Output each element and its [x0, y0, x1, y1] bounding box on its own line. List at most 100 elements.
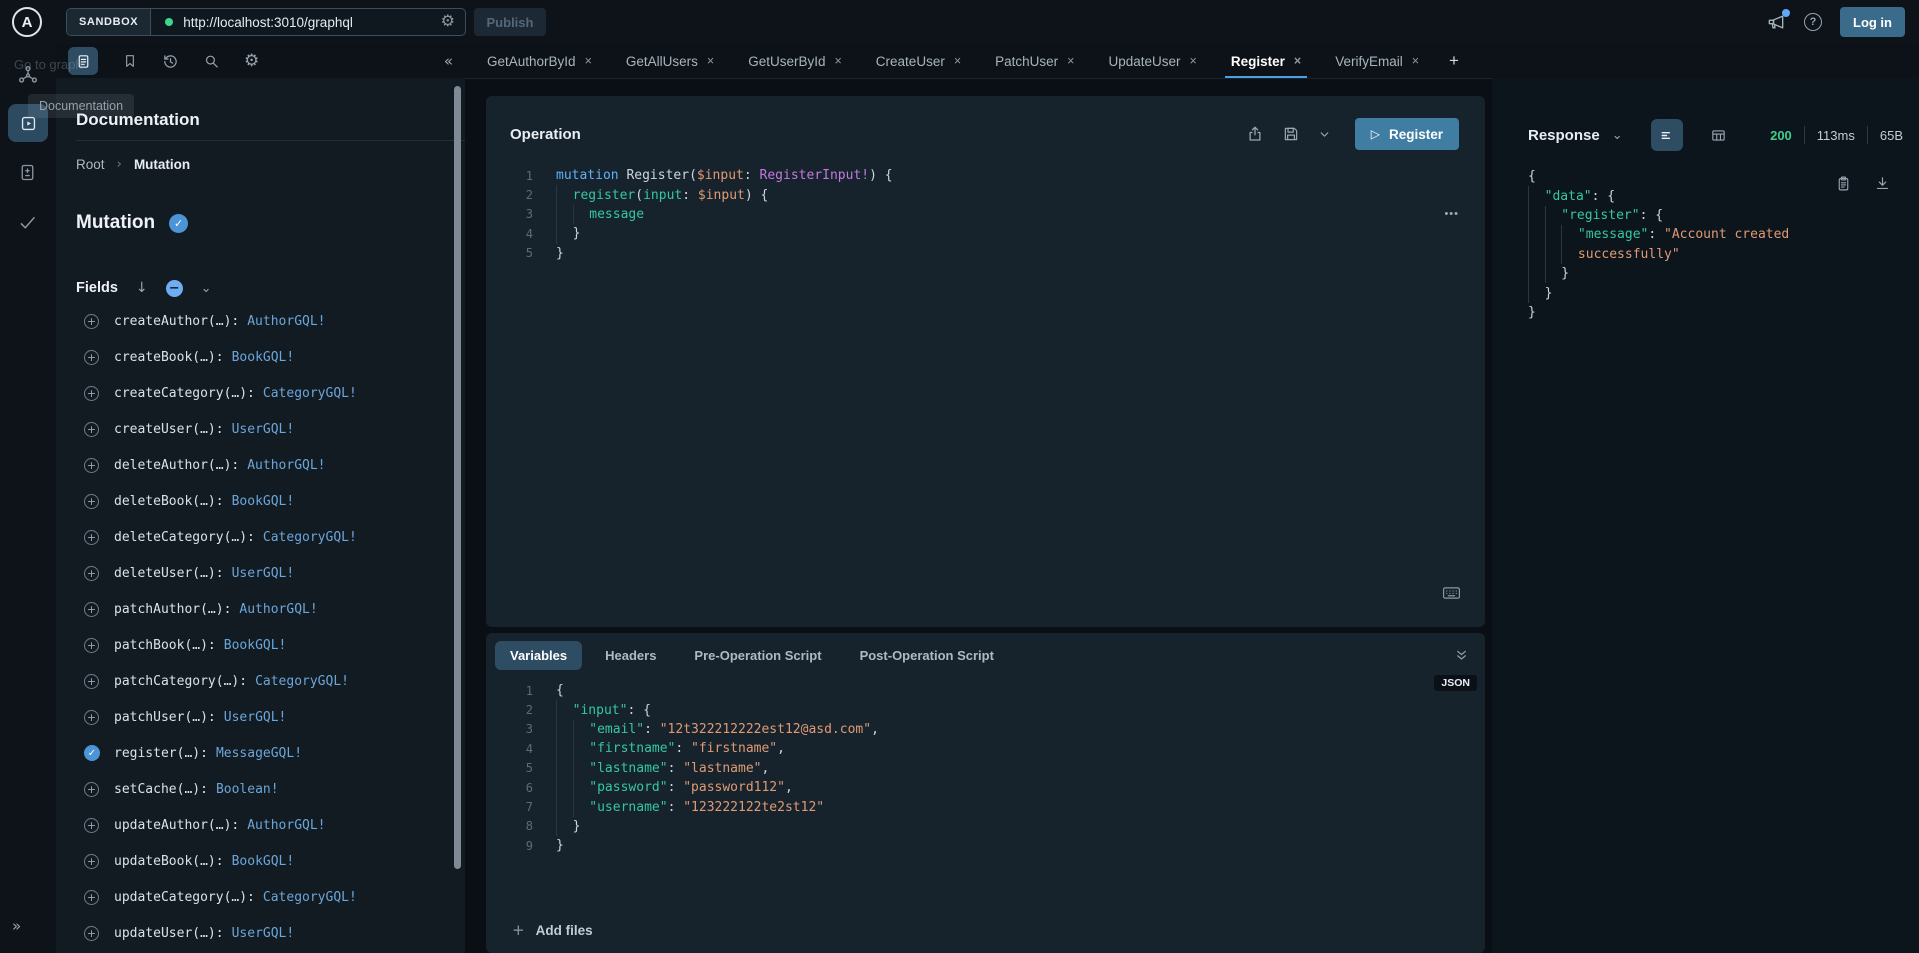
endpoint-url-input[interactable]: http://localhost:3010/graphql [183, 15, 440, 30]
apollo-logo-icon[interactable]: A [12, 7, 42, 37]
field-type-link[interactable]: UserGQL! [232, 926, 295, 941]
operation-tab[interactable]: GetUserById [748, 44, 842, 78]
close-tab-icon[interactable] [707, 54, 714, 68]
add-field-icon[interactable] [84, 890, 99, 905]
field-type-link[interactable]: UserGQL! [232, 422, 295, 437]
field-row[interactable]: createAuthor(…): AuthorGQL! [76, 303, 451, 339]
field-row[interactable]: patchAuthor(…): AuthorGQL! [76, 591, 451, 627]
expand-rail-icon[interactable]: » [12, 917, 21, 935]
new-tab-button[interactable]: + [1449, 51, 1459, 71]
add-field-icon[interactable] [84, 854, 99, 869]
collapse-panel-icon[interactable]: « [444, 52, 453, 70]
documentation-scrollbar[interactable] [454, 86, 461, 869]
field-row[interactable]: deleteAuthor(…): AuthorGQL! [76, 447, 451, 483]
add-field-icon[interactable] [84, 818, 99, 833]
add-field-icon[interactable] [84, 386, 99, 401]
add-field-icon[interactable] [84, 638, 99, 653]
deselect-all-fields-icon[interactable]: − [166, 280, 183, 297]
add-field-icon[interactable] [84, 494, 99, 509]
field-type-link[interactable]: AuthorGQL! [247, 818, 325, 833]
close-tab-icon[interactable] [1190, 54, 1197, 68]
operation-tab[interactable]: VerifyEmail [1335, 44, 1419, 78]
add-field-icon[interactable] [84, 674, 99, 689]
add-field-icon[interactable] [84, 314, 99, 329]
save-menu-chevron-icon[interactable] [1318, 128, 1331, 141]
close-tab-icon[interactable] [834, 54, 841, 68]
share-operation-icon[interactable] [1246, 125, 1264, 143]
add-field-icon[interactable] [84, 782, 99, 797]
variables-tab[interactable]: Post-Operation Script [845, 641, 1009, 670]
field-row[interactable]: setCache(…): Boolean! [76, 771, 451, 807]
add-field-icon[interactable] [84, 458, 99, 473]
field-type-link[interactable]: BookGQL! [224, 638, 287, 653]
tree-view-toggle-icon[interactable] [1651, 119, 1683, 151]
add-files-button[interactable]: + Add files [512, 921, 593, 939]
help-icon[interactable]: ? [1804, 13, 1822, 31]
operation-tab[interactable]: UpdateUser [1108, 44, 1196, 78]
add-field-icon[interactable] [84, 602, 99, 617]
variables-code-editor[interactable]: 1{2"input": {3"email": "12t322212222est1… [510, 681, 1415, 856]
variables-tab[interactable]: Headers [590, 641, 671, 670]
run-operation-button[interactable]: ▷ Register [1355, 118, 1459, 150]
field-row[interactable]: updateBook(…): BookGQL! [76, 843, 451, 879]
field-type-link[interactable]: CategoryGQL! [255, 674, 349, 689]
field-row[interactable]: patchCategory(…): CategoryGQL! [76, 663, 451, 699]
sort-fields-icon[interactable]: ↓ [136, 280, 148, 296]
search-icon[interactable] [203, 53, 220, 70]
keyboard-shortcuts-icon[interactable] [1442, 585, 1461, 601]
saved-operations-bookmark-icon[interactable] [122, 53, 138, 69]
field-type-link[interactable]: CategoryGQL! [263, 386, 357, 401]
operation-tab[interactable]: CreateUser [876, 44, 961, 78]
explorer-settings-gear-icon[interactable]: ⚙ [244, 51, 259, 71]
history-icon[interactable] [162, 53, 179, 70]
field-row[interactable]: patchBook(…): BookGQL! [76, 627, 451, 663]
field-row[interactable]: deleteUser(…): UserGQL! [76, 555, 451, 591]
close-tab-icon[interactable] [1067, 54, 1074, 68]
operation-tab[interactable]: Register [1231, 44, 1301, 78]
add-field-icon[interactable] [84, 422, 99, 437]
field-row[interactable]: deleteCategory(…): CategoryGQL! [76, 519, 451, 555]
field-type-link[interactable]: Boolean! [216, 782, 279, 797]
operation-tab[interactable]: GetAuthorById [487, 44, 592, 78]
publish-button[interactable]: Publish [474, 8, 546, 36]
add-field-icon[interactable] [84, 710, 99, 725]
announcements-icon[interactable] [1766, 12, 1786, 32]
field-row[interactable]: updateCategory(…): CategoryGQL! [76, 879, 451, 915]
copy-response-icon[interactable] [1835, 175, 1852, 192]
save-operation-icon[interactable] [1282, 125, 1300, 143]
operation-code-editor[interactable]: 1mutation Register($input: RegisterInput… [510, 166, 1425, 263]
field-type-link[interactable]: MessageGQL! [216, 746, 302, 761]
variables-tab[interactable]: Variables [495, 641, 582, 670]
line-actions-more-icon[interactable]: ••• [1444, 208, 1459, 220]
field-type-link[interactable]: CategoryGQL! [263, 890, 357, 905]
field-type-link[interactable]: UserGQL! [224, 710, 287, 725]
close-tab-icon[interactable] [954, 54, 961, 68]
login-button[interactable]: Log in [1840, 7, 1905, 37]
field-type-link[interactable]: AuthorGQL! [247, 458, 325, 473]
add-field-icon[interactable] [84, 926, 99, 941]
field-row[interactable]: register(…): MessageGQL! [76, 735, 451, 771]
add-field-icon[interactable] [84, 350, 99, 365]
breadcrumb-root-link[interactable]: Root [76, 157, 105, 172]
add-field-icon[interactable] [84, 566, 99, 581]
collapse-variables-icon[interactable] [1454, 648, 1469, 663]
field-type-link[interactable]: AuthorGQL! [247, 314, 325, 329]
field-type-link[interactable]: UserGQL! [232, 566, 295, 581]
variables-tab[interactable]: Pre-Operation Script [679, 641, 836, 670]
field-row[interactable]: createCategory(…): CategoryGQL! [76, 375, 451, 411]
connection-settings-gear-icon[interactable]: ⚙ [441, 14, 455, 30]
field-type-link[interactable]: CategoryGQL! [263, 530, 357, 545]
operation-tab[interactable]: PatchUser [995, 44, 1074, 78]
response-chevron-down-icon[interactable]: ⌄ [1612, 128, 1623, 143]
close-tab-icon[interactable] [1294, 54, 1301, 68]
field-row[interactable]: patchUser(…): UserGQL! [76, 699, 451, 735]
field-type-link[interactable]: AuthorGQL! [239, 602, 317, 617]
field-row[interactable]: deleteBook(…): BookGQL! [76, 483, 451, 519]
table-view-toggle-icon[interactable] [1703, 119, 1735, 151]
field-row[interactable]: createUser(…): UserGQL! [76, 411, 451, 447]
field-row[interactable]: updateUser(…): UserGQL! [76, 915, 451, 951]
field-selected-check-icon[interactable] [84, 745, 100, 761]
field-type-link[interactable]: BookGQL! [232, 494, 295, 509]
field-type-link[interactable]: BookGQL! [232, 350, 295, 365]
changelog-file-icon[interactable] [17, 162, 38, 183]
